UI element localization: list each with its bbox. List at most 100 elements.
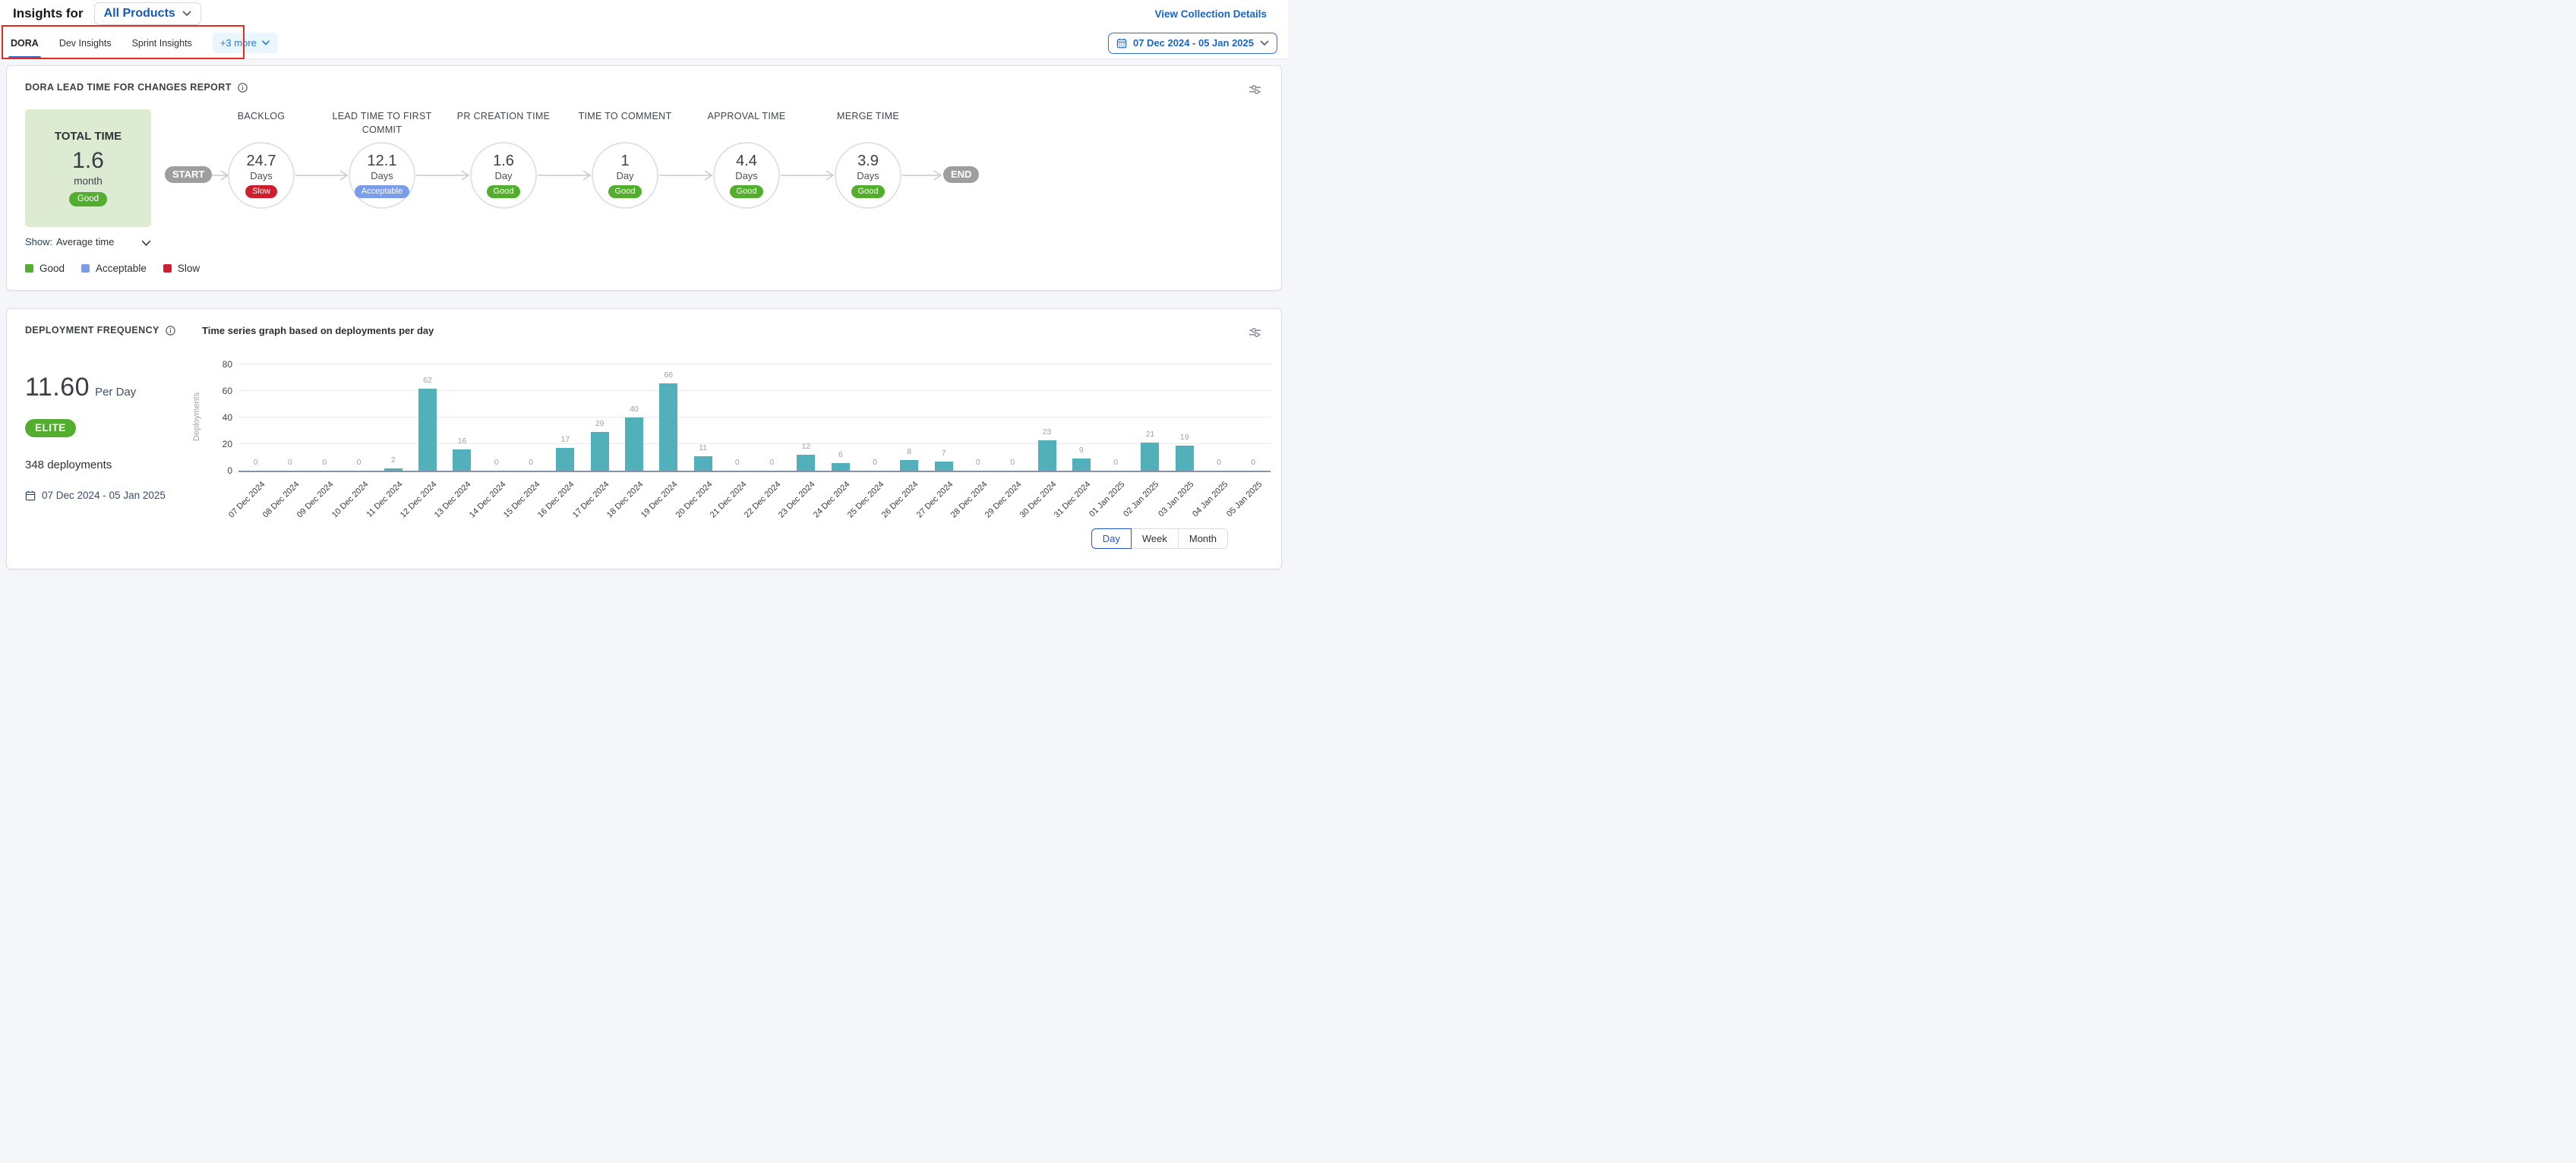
tab-sprint-insights[interactable]: Sprint Insights <box>132 27 192 58</box>
stage-badge: Slow <box>245 185 277 198</box>
bar[interactable] <box>556 448 574 471</box>
total-time-unit: month <box>74 175 103 187</box>
info-icon[interactable] <box>238 83 248 93</box>
stage-unit: Days <box>735 170 758 181</box>
bar[interactable] <box>384 468 402 471</box>
bar-value-label: 9 <box>1066 446 1097 455</box>
deployment-chart-plot: Deployments 0204060800000262160017294066… <box>238 362 1271 472</box>
bar[interactable] <box>1038 440 1056 471</box>
granularity-month-button[interactable]: Month <box>1178 528 1228 549</box>
legend-item-slow: Slow <box>163 263 200 274</box>
bar[interactable] <box>694 456 712 471</box>
bar-value-label: 21 <box>1135 430 1165 439</box>
stage-badge: Good <box>730 185 764 198</box>
stage-circle[interactable]: 3.9 Days Good <box>835 142 901 209</box>
bar-value-label: 0 <box>309 458 339 467</box>
bar-value-label: 62 <box>412 376 443 385</box>
bar-value-label: 23 <box>1032 427 1062 437</box>
tab-label: DORA <box>11 38 39 49</box>
total-time-value: 1.6 <box>72 148 104 174</box>
bar-value-label: 0 <box>481 458 512 467</box>
bar-value-label: 0 <box>344 458 374 467</box>
view-collection-details-link[interactable]: View Collection Details <box>1154 8 1267 20</box>
tabbar: DORA Dev Insights Sprint Insights +3 mor… <box>0 27 1288 59</box>
bar-value-label: 66 <box>653 370 683 380</box>
bar[interactable] <box>1141 443 1159 471</box>
y-axis-tick-label: 20 <box>204 439 232 449</box>
bar[interactable] <box>591 432 609 471</box>
tab-label: Dev Insights <box>59 38 112 49</box>
flow-end-pill: END <box>943 166 979 183</box>
chart-settings-icon[interactable] <box>1249 84 1261 99</box>
legend-swatch-good <box>25 264 33 273</box>
bar-value-label: 0 <box>1238 458 1268 467</box>
product-selector[interactable]: All Products <box>94 2 201 25</box>
stage-merge-time: MERGE TIME 3.9 Days Good <box>807 109 929 137</box>
chevron-down-icon <box>182 11 191 17</box>
topbar: Insights for All Products View Collectio… <box>0 0 1288 27</box>
tab-dora[interactable]: DORA <box>11 27 39 58</box>
stage-badge: Good <box>608 185 642 198</box>
stage-unit: Days <box>857 170 879 181</box>
show-value-select[interactable]: Average time <box>56 236 114 247</box>
bar-value-label: 0 <box>1100 458 1131 467</box>
granularity-week-button[interactable]: Week <box>1131 528 1179 549</box>
info-icon[interactable] <box>166 326 175 336</box>
bar[interactable] <box>900 460 918 471</box>
total-time-label: TOTAL TIME <box>55 130 122 143</box>
bar-value-label: 2 <box>378 455 409 465</box>
legend-label: Acceptable <box>96 263 147 274</box>
total-time-box: TOTAL TIME 1.6 month Good <box>25 109 151 227</box>
calendar-icon <box>25 490 36 501</box>
bar[interactable] <box>418 389 437 471</box>
lead-time-card: DORA LEAD TIME FOR CHANGES REPORT TOTAL … <box>6 65 1282 291</box>
deployment-card-title: DEPLOYMENT FREQUENCY <box>25 325 159 336</box>
stage-unit: Day <box>494 170 512 181</box>
stage-circle[interactable]: 24.7 Days Slow <box>228 142 295 209</box>
stage-label: APPROVAL TIME <box>686 109 807 137</box>
bar[interactable] <box>1176 446 1194 471</box>
stats-date-range: 07 Dec 2024 - 05 Jan 2025 <box>25 490 202 501</box>
tab-label: Sprint Insights <box>132 38 192 49</box>
bar[interactable] <box>453 449 471 471</box>
chevron-down-icon[interactable] <box>141 238 151 249</box>
lead-time-flow: START BACKLOG 24.7 Days Slow LEAD TIME T… <box>151 109 1263 227</box>
deployment-stats: 11.60 Per Day ELITE 348 deployments 07 D… <box>25 336 202 545</box>
tab-dev-insights[interactable]: Dev Insights <box>59 27 112 58</box>
legend-item-acceptable: Acceptable <box>81 263 147 274</box>
stage-value: 1 <box>620 153 629 169</box>
lead-time-card-title: DORA LEAD TIME FOR CHANGES REPORT <box>25 82 232 93</box>
rate-value: 11.60 <box>25 373 90 402</box>
stage-unit: Days <box>250 170 273 181</box>
deployment-chart: Deployments 0204060800000262160017294066… <box>202 336 1263 545</box>
page: Insights for All Products View Collectio… <box>0 0 1288 582</box>
page-title: Insights for <box>13 6 84 21</box>
stage-circle[interactable]: 1 Day Good <box>592 142 658 209</box>
stage-label: MERGE TIME <box>807 109 929 137</box>
stage-label: TIME TO COMMENT <box>564 109 686 137</box>
stage-label: LEAD TIME TO FIRST COMMIT <box>321 109 443 137</box>
total-time-badge: Good <box>69 192 107 207</box>
bar-value-label: 7 <box>929 449 959 458</box>
bar[interactable] <box>797 455 815 471</box>
flow-start-pill: START <box>165 166 212 183</box>
show-label: Show: <box>25 236 52 247</box>
legend-label: Good <box>39 263 65 274</box>
stage-circle[interactable]: 1.6 Day Good <box>470 142 537 209</box>
bar-value-label: 19 <box>1170 433 1200 442</box>
more-tabs-button[interactable]: +3 more <box>213 33 277 53</box>
bar-value-label: 0 <box>241 458 271 467</box>
bar[interactable] <box>1072 459 1091 471</box>
bar[interactable] <box>935 462 953 471</box>
gridline <box>238 390 1271 391</box>
bar-value-label: 0 <box>516 458 546 467</box>
lead-time-card-header: DORA LEAD TIME FOR CHANGES REPORT <box>25 81 1263 93</box>
stage-circle[interactable]: 4.4 Days Good <box>713 142 780 209</box>
granularity-day-button[interactable]: Day <box>1091 528 1132 549</box>
stage-circle[interactable]: 12.1 Days Acceptable <box>349 142 415 209</box>
bar[interactable] <box>659 383 677 471</box>
chevron-down-icon <box>1260 40 1269 46</box>
bar[interactable] <box>625 418 643 471</box>
bar[interactable] <box>832 463 850 471</box>
date-range-picker[interactable]: 07 Dec 2024 - 05 Jan 2025 <box>1108 33 1277 54</box>
